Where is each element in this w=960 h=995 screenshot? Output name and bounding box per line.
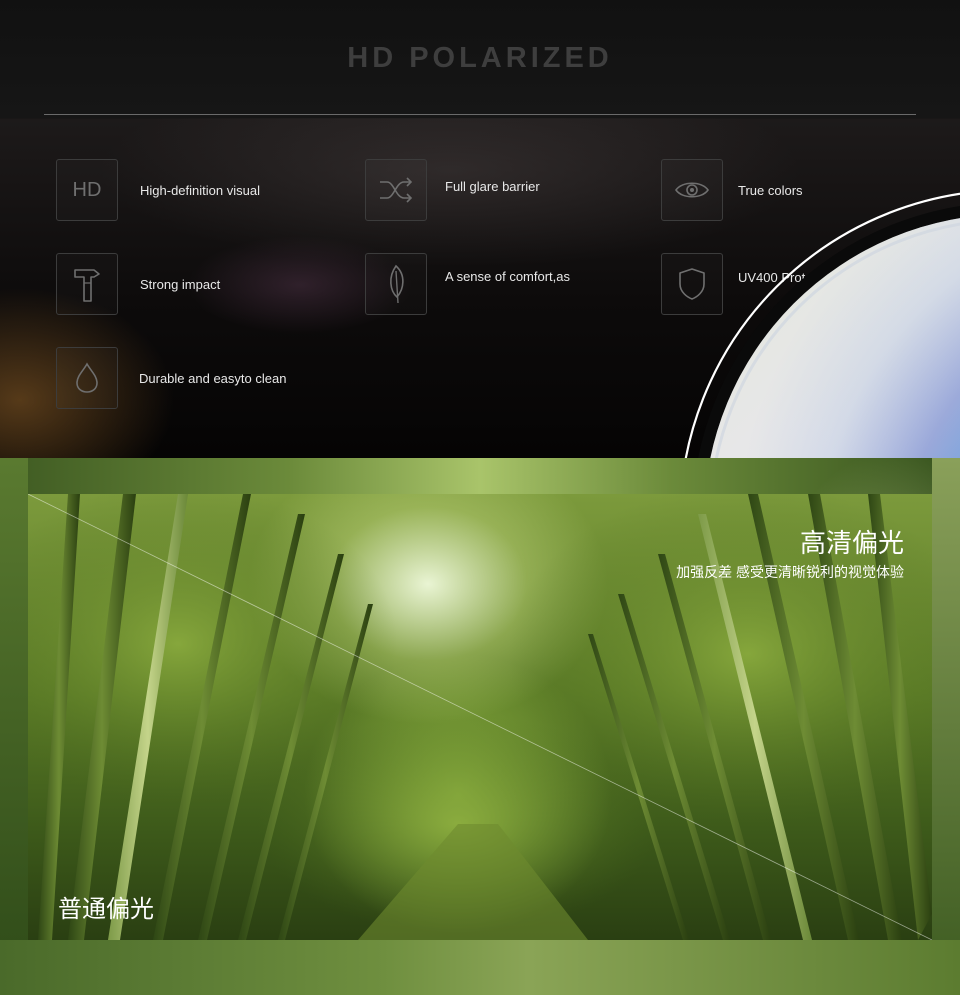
water-drop-icon: [76, 362, 98, 393]
feature-comfort: A sense of comfort,as: [365, 253, 570, 315]
page-title: HD POLARIZED: [347, 42, 613, 74]
eye-icon: [675, 182, 709, 198]
drop-icon-box: [56, 347, 118, 409]
blurred-forest-left: [0, 458, 28, 995]
shuffle-icon-box: [365, 159, 427, 221]
feature-label: Full glare barrier: [445, 179, 540, 194]
feature-impact: Strong impact: [56, 253, 220, 315]
blurred-forest-bottom: [0, 940, 960, 995]
hd-polarized-subtitle: 加强反差 感受更清晰锐利的视觉体验: [676, 564, 904, 580]
feather-icon-box: [365, 253, 427, 315]
feature-label: A sense of comfort,as: [445, 269, 571, 284]
hammer-icon-box: [56, 253, 118, 315]
features-banner: HD POLARIZED HD High-definition visual F…: [0, 0, 960, 458]
feature-colors: True colors: [661, 159, 803, 221]
title-divider: [44, 114, 916, 115]
shuffle-arrows-icon: [380, 177, 413, 203]
feature-label: Durable and easyto clean: [139, 370, 287, 386]
feature-glare: Full glare barrier: [365, 159, 540, 221]
hd-polarized-caption: 高清偏光 加强反差 感受更清晰锐利的视觉体验: [676, 528, 904, 582]
lens-outer-ring: [684, 192, 960, 458]
lens-highlight: [710, 218, 960, 458]
normal-polarized-title: 普通偏光: [58, 896, 154, 923]
comparison-section: 高清偏光 加强反差 感受更清晰锐利的视觉体验 普通偏光: [0, 458, 960, 995]
blurred-forest-right: [932, 458, 960, 995]
lens-rim: [698, 206, 960, 458]
feature-label: UV400 Protection: [738, 270, 840, 285]
hd-icon-box: HD: [56, 159, 118, 221]
hd-icon: HD: [72, 178, 102, 201]
hd-polarized-title: 高清偏光: [799, 528, 904, 558]
feather-icon: [390, 264, 404, 304]
feature-hd: HD High-definition visual: [56, 159, 260, 221]
feature-label: High-definition visual: [140, 182, 260, 198]
shield-icon: [679, 268, 705, 300]
feature-label: True colors: [738, 182, 803, 198]
eye-icon-box: [661, 159, 723, 221]
bamboo-forest-photo: 高清偏光 加强反差 感受更清晰锐利的视觉体验 普通偏光: [28, 494, 932, 940]
lens-body: [710, 218, 960, 458]
feature-label: Strong impact: [140, 276, 221, 292]
hammer-icon: [74, 269, 100, 302]
feature-uv400: UV400 Protection: [661, 253, 840, 315]
shield-icon-box: [661, 253, 723, 315]
feature-clean: Durable and easyto clean: [56, 347, 286, 409]
